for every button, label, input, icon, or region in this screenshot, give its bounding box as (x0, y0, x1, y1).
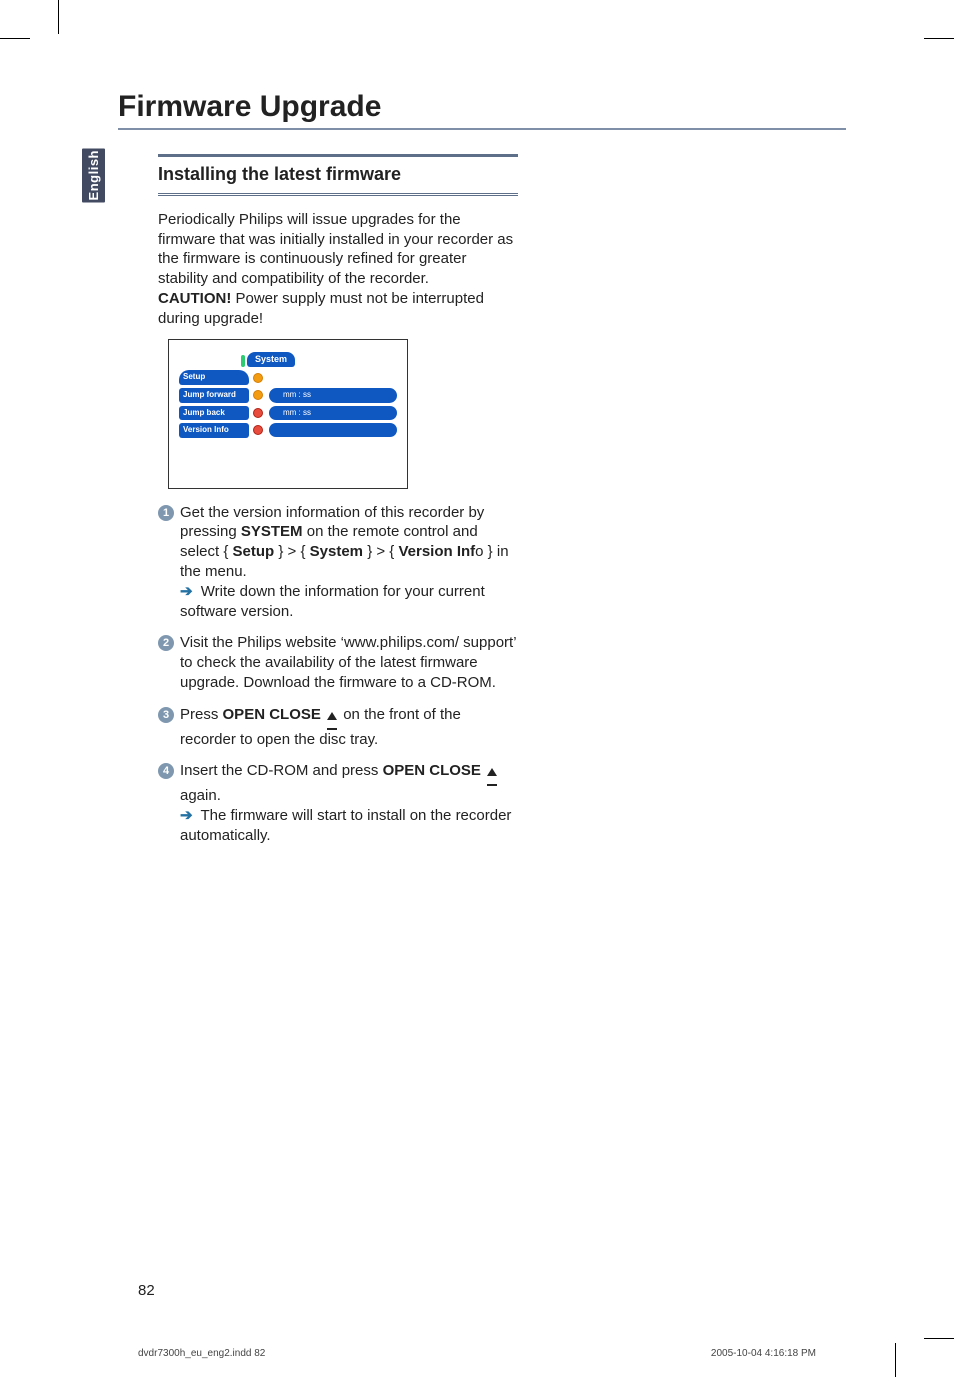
menu-value-jump-forward: mm : ss (269, 388, 397, 403)
menu-label-jump-forward: Jump forward (179, 388, 249, 403)
language-tab: English (82, 148, 105, 202)
step-3: 3 Press OPEN CLOSE on the front of the r… (158, 705, 518, 750)
menu-label-setup: Setup (179, 370, 249, 385)
caution-label: CAUTION! (158, 290, 231, 307)
footer-file: dvdr7300h_eu_eng2.indd 82 (138, 1348, 265, 1359)
arrow-icon: ➔ (180, 807, 193, 824)
page-number: 82 (138, 1282, 155, 1299)
page: Firmware Upgrade English Installing the … (0, 0, 954, 1377)
eject-icon (327, 707, 337, 730)
menu-row-version-info: Version Info (179, 423, 397, 438)
arrow-icon: ➔ (180, 583, 193, 600)
step4-text-c: again. (180, 787, 221, 804)
nav-dot-icon (253, 425, 263, 435)
section-heading: Installing the latest firmware (158, 161, 518, 189)
crop-mark (0, 38, 30, 39)
title-rule (118, 128, 846, 130)
menu-row-jump-forward: Jump forward mm : ss (179, 388, 397, 403)
step-number-icon: 3 (158, 707, 174, 723)
section-rule-bottom (158, 193, 518, 200)
step-2: 2 Visit the Philips website ‘www.philips… (158, 633, 518, 692)
menu-row-jump-back: Jump back mm : ss (179, 406, 397, 421)
step3-openclose: OPEN CLOSE (223, 706, 321, 723)
step-4: 4 Insert the CD-ROM and press OPEN CLOSE… (158, 761, 518, 845)
step3-text-a: Press (180, 706, 223, 723)
section-body: Installing the latest firmware Periodica… (158, 154, 518, 845)
step1-text-e: } > { (274, 543, 309, 560)
step-number-icon: 2 (158, 635, 174, 651)
section-rule-top (158, 154, 518, 157)
crop-mark (895, 1343, 896, 1377)
step4-text-a: Insert the CD-ROM and press (180, 762, 383, 779)
step4-note: The firmware will start to install on th… (180, 807, 511, 844)
menu-header-row: System (179, 352, 397, 368)
step4-openclose: OPEN CLOSE (383, 762, 481, 779)
menu-screenshot: System Setup Jump forward mm : ss Jump b… (168, 339, 408, 489)
intro-paragraph: Periodically Philips will issue upgrades… (158, 210, 518, 329)
step1-note: Write down the information for your curr… (180, 583, 485, 620)
step1-text-g: } > { (363, 543, 398, 560)
menu-value-version-info (269, 423, 397, 437)
menu-value-jump-back: mm : ss (269, 406, 397, 421)
intro-text: Periodically Philips will issue upgrades… (158, 211, 513, 287)
menu-tab-system: System (247, 352, 295, 368)
page-title: Firmware Upgrade (118, 90, 846, 124)
menu-label-version-info: Version Info (179, 423, 249, 438)
nav-dot-icon (253, 408, 263, 418)
step2-text: Visit the Philips website ‘www.philips.c… (180, 634, 516, 691)
step-number-icon: 1 (158, 505, 174, 521)
step1-system2: System (310, 543, 363, 560)
content-area: Firmware Upgrade English Installing the … (58, 38, 896, 1339)
nav-dot-icon (253, 390, 263, 400)
eject-icon (487, 763, 497, 786)
indicator-icon (241, 355, 245, 367)
crop-mark (58, 0, 59, 34)
step1-system: SYSTEM (241, 523, 303, 540)
step-1: 1 Get the version information of this re… (158, 503, 518, 622)
menu-label-jump-back: Jump back (179, 406, 249, 421)
step1-setup: Setup (233, 543, 275, 560)
crop-mark (924, 38, 954, 39)
nav-dot-icon (253, 373, 263, 383)
step-number-icon: 4 (158, 763, 174, 779)
menu-row-setup: Setup (179, 370, 397, 385)
footer-timestamp: 2005-10-04 4:16:18 PM (711, 1348, 816, 1359)
step1-version: Version Inf (398, 543, 475, 560)
crop-mark (924, 1338, 954, 1339)
